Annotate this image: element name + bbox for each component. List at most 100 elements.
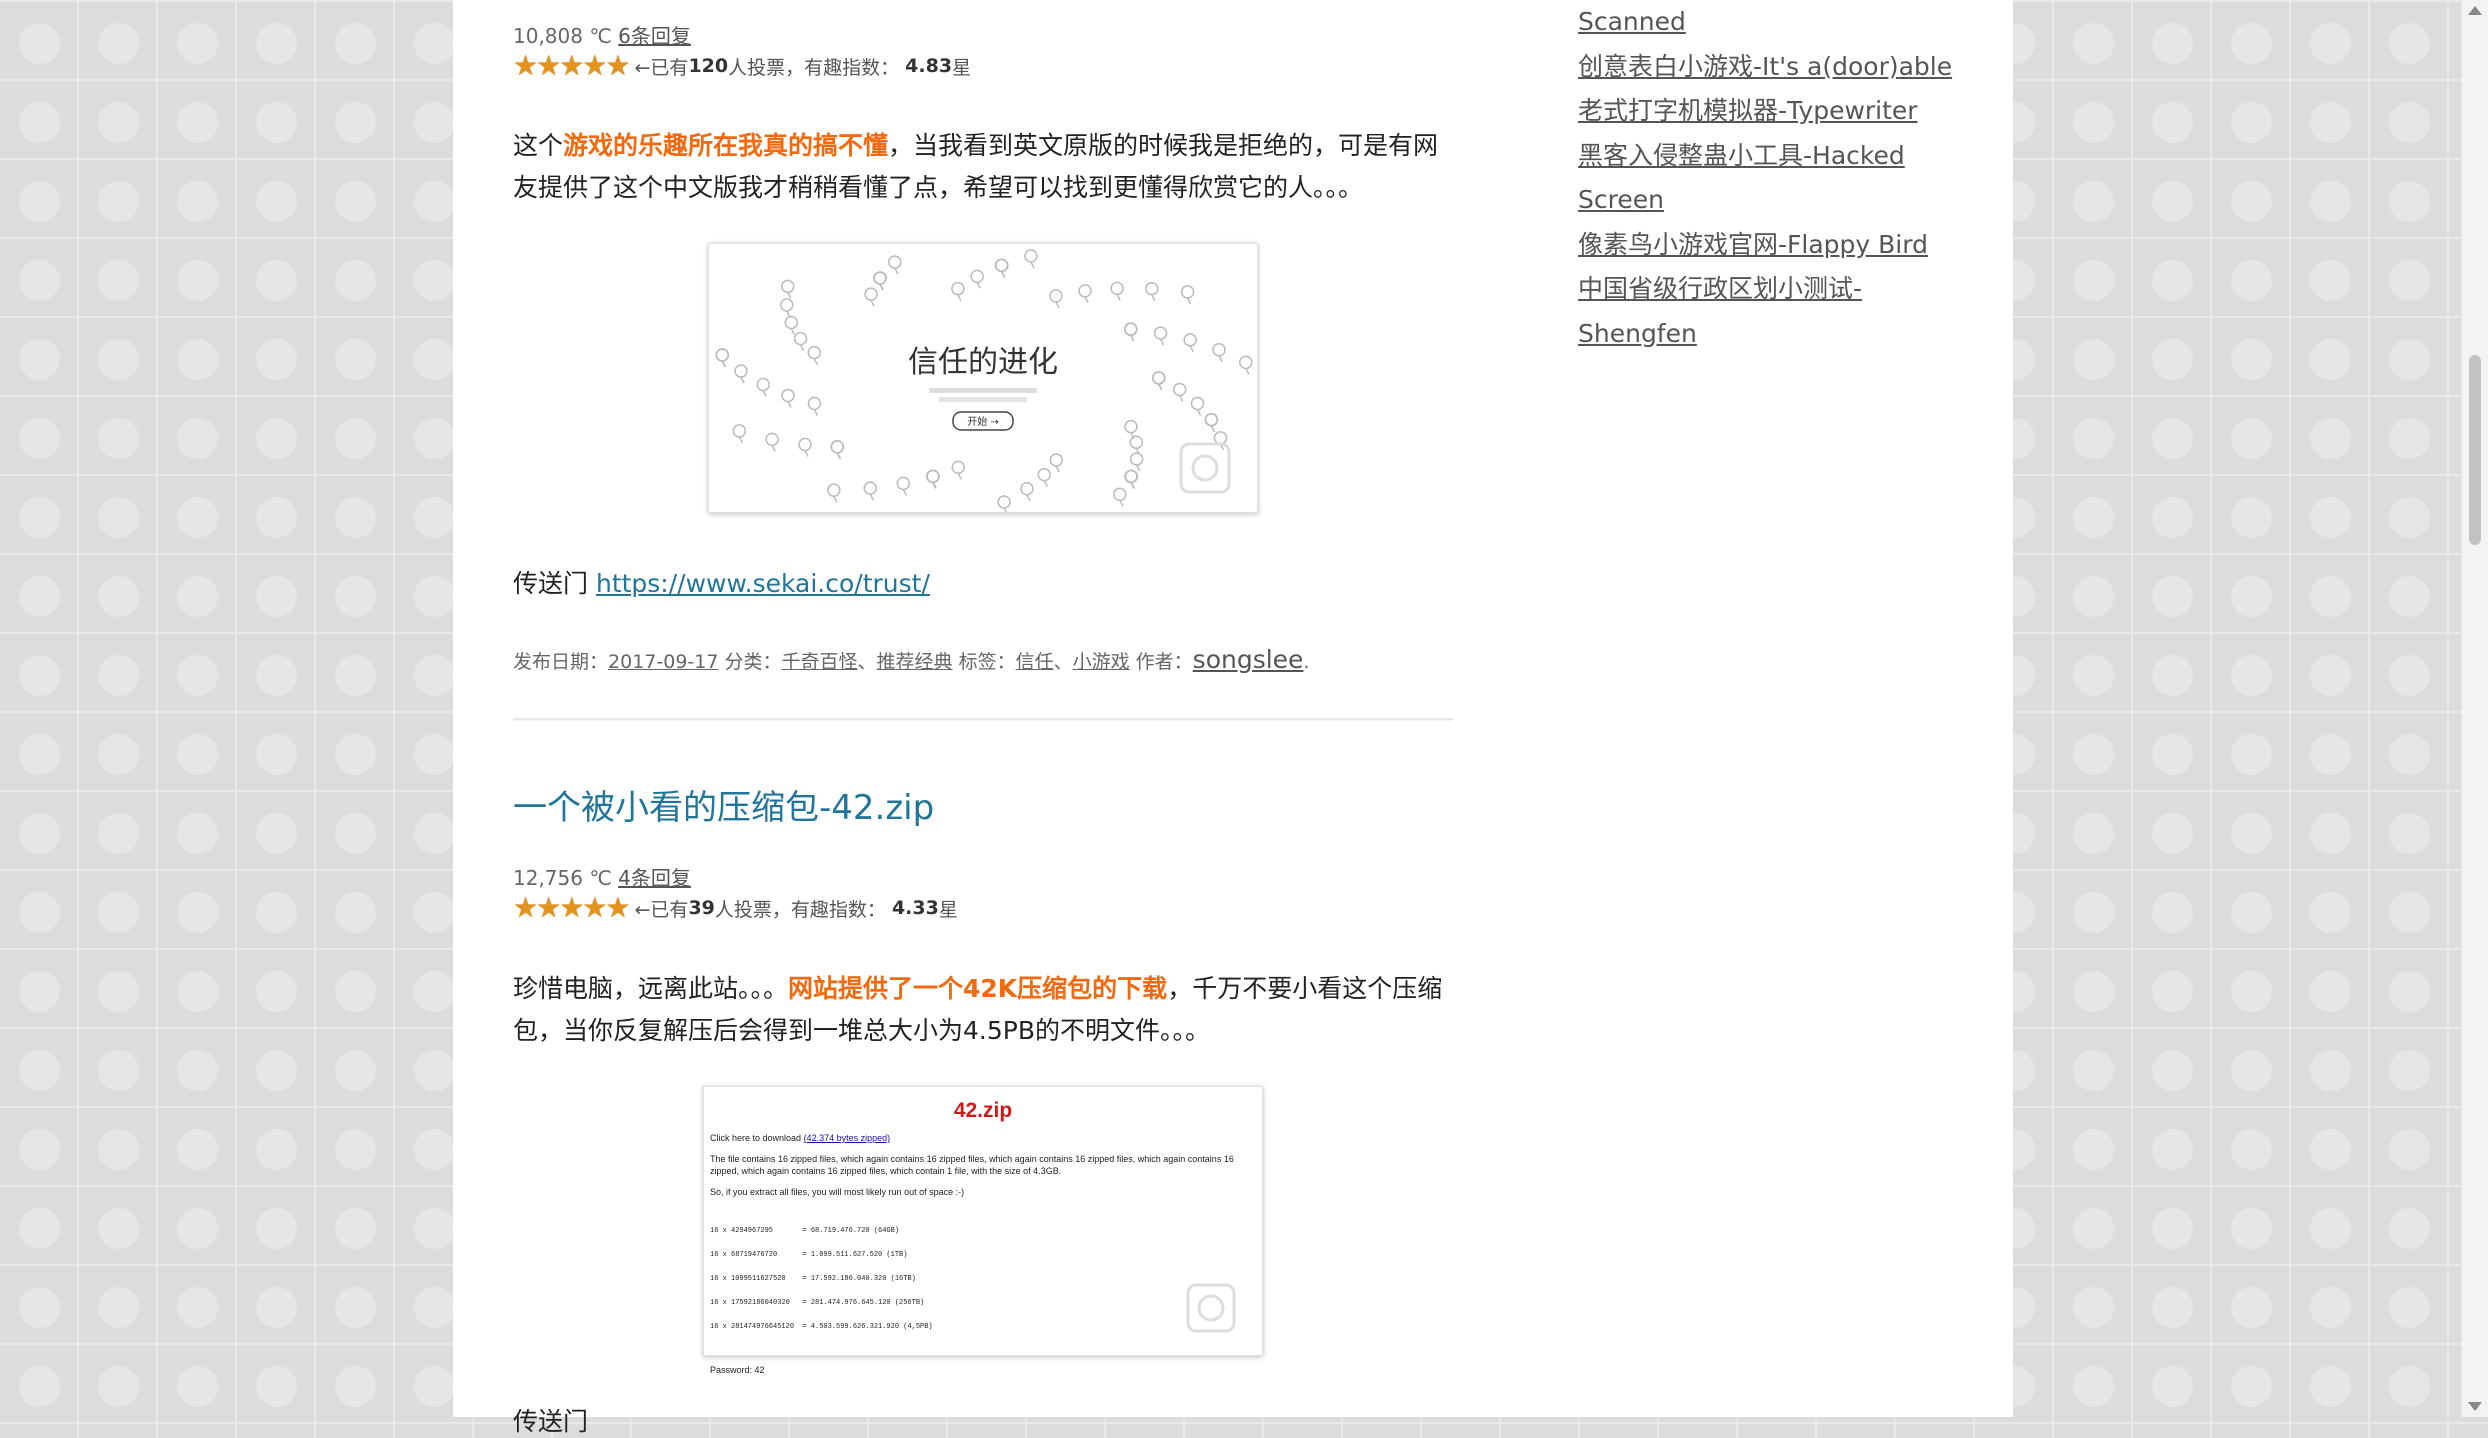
decorative-coin — [807, 396, 822, 411]
category-link[interactable]: 千奇百怪 — [781, 651, 857, 673]
page-scrollbar[interactable] — [2461, 0, 2488, 1417]
post-divider — [513, 718, 1453, 721]
post-date-link[interactable]: 2017-09-17 — [608, 651, 718, 673]
sidebar-link[interactable]: 黑客入侵整蛊小工具-Hacked — [1578, 134, 1998, 179]
decorative-coin — [1049, 289, 1063, 303]
sidebar-link[interactable]: 中国省级行政区划小测试- — [1578, 267, 1998, 312]
decorative-coin-tail — [1159, 338, 1165, 346]
decorative-coin-tail — [1129, 334, 1135, 342]
excerpt-highlight: 网站提供了一个42K压缩包的下载 — [788, 974, 1168, 1003]
author-label: 作者： — [1129, 651, 1193, 673]
decorative-coin — [781, 388, 795, 403]
decorative-coin — [734, 364, 748, 378]
decorative-coin — [1113, 487, 1127, 502]
decorative-coin — [1129, 452, 1144, 466]
decorative-coin-tail — [1055, 301, 1060, 309]
decorative-coin — [793, 331, 808, 346]
zip-page-preview: 42.zip Click here to download (42.374 by… — [704, 1087, 1262, 1375]
decorative-coin-tail — [787, 401, 792, 408]
decorative-coin-tail — [762, 390, 767, 397]
decorative-coin — [1145, 281, 1159, 296]
rating-suffix: 星 — [938, 898, 958, 921]
excerpt-text: 珍惜电脑，远离此站。。。 — [513, 974, 789, 1003]
page-content: 10,808 ℃ 6条回复 ★★★★★ ←已有 120 人投票，有趣指数： 4.8… — [453, 0, 2013, 1436]
post-excerpt: 这个游戏的乐趣所在我真的搞不懂，当我看到英文原版的时候我是拒绝的，可是有网友提供… — [513, 125, 1453, 209]
post-image-trust[interactable]: 信任的进化 开始 → — [708, 243, 1258, 515]
decorative-coin — [1190, 396, 1205, 411]
decorative-coin — [873, 271, 887, 285]
rating-mid: 人投票，有趣指数： — [728, 56, 900, 79]
sidebar-link[interactable]: 像素鸟小游戏官网-Flappy Bird — [1578, 223, 1998, 268]
decorative-coin — [1078, 284, 1092, 298]
decorative-coin — [798, 437, 812, 452]
scroll-thumb[interactable] — [2469, 355, 2481, 545]
post-footer: 发布日期：2017-09-17 分类：千奇百怪、推荐经典 标签：信任、小游戏 作… — [513, 645, 1310, 674]
decorative-coin — [1037, 467, 1051, 482]
image-title: 信任的进化 — [908, 345, 1058, 380]
decorative-coin-tail — [1043, 480, 1048, 487]
decorative-coin — [951, 460, 965, 475]
decorative-coin — [1129, 435, 1144, 450]
scroll-up-arrow-icon[interactable] — [2468, 6, 2482, 15]
portal-link[interactable]: https://www.sekai.co/trust/ — [596, 569, 930, 598]
post-image-zip[interactable]: 42.zip Click here to download (42.374 by… — [703, 1086, 1263, 1375]
decorative-coin-tail — [721, 360, 726, 368]
date-label: 发布日期： — [513, 651, 609, 673]
rating-votes: 120 — [688, 55, 729, 77]
rating-votes: 39 — [688, 897, 715, 919]
sidebar-link[interactable]: 老式打字机模拟器-Typewriter — [1578, 89, 1998, 134]
sidebar-link[interactable]: Shengfen — [1578, 312, 1998, 357]
rating-prefix: ←已有 — [634, 56, 689, 79]
decorative-coin — [896, 476, 911, 491]
decorative-coin-tail — [1245, 368, 1250, 375]
excerpt-highlight: 游戏的乐趣所在我真的搞不懂 — [563, 131, 889, 160]
decorative-coin-tail — [1218, 355, 1223, 363]
tag-link[interactable]: 信任 — [1016, 651, 1054, 673]
decorative-coin — [1151, 371, 1166, 385]
decorative-coin-tail — [870, 299, 875, 307]
category-label: 分类： — [718, 651, 782, 673]
tag-link[interactable]: 小游戏 — [1073, 651, 1130, 673]
post-rating: ★★★★★ ←已有 39 人投票，有趣指数： 4.33 星 — [513, 894, 958, 922]
category-link[interactable]: 推荐经典 — [877, 651, 953, 673]
decorative-coin — [1180, 285, 1195, 299]
decorative-coin — [1123, 322, 1138, 336]
replies-link[interactable]: 4条回复 — [618, 866, 691, 890]
portal-label: 传送门 — [513, 1407, 589, 1436]
rating-suffix: 星 — [952, 56, 972, 79]
decorative-coin-tail — [813, 358, 818, 365]
decorative-coin — [951, 281, 965, 296]
decorative-coin-tail — [771, 445, 776, 452]
sidebar-link[interactable]: Scanned — [1578, 0, 1998, 45]
decorative-coin-tail — [738, 436, 744, 444]
decorative-coin-tail — [902, 489, 907, 496]
trust-game-illustration: 信任的进化 开始 → — [715, 249, 1253, 515]
decorative-coin — [1124, 469, 1139, 484]
decorative-coin — [888, 255, 902, 269]
decorative-coin-tail — [1030, 261, 1035, 269]
decorative-coin-tail — [787, 291, 792, 299]
sidebar-link[interactable]: 创意表白小游戏-It's a(door)able — [1578, 45, 1998, 90]
post-title-link[interactable]: 一个被小看的压缩包-42.zip — [513, 780, 934, 829]
rating-score: 4.33 — [891, 897, 939, 919]
zip-heading: 42.zip — [953, 1099, 1013, 1122]
portal-line: 传送门 https://www.sekai.co/trust/ — [513, 564, 930, 600]
rating-stars[interactable]: ★★★★★ — [513, 894, 631, 922]
replies-link[interactable]: 6条回复 — [618, 24, 691, 48]
decorative-coin — [1020, 482, 1034, 496]
decorative-coin — [1172, 382, 1187, 397]
decorative-coin — [1049, 453, 1064, 467]
rating-stars[interactable]: ★★★★★ — [513, 52, 631, 80]
scroll-down-arrow-icon[interactable] — [2468, 1402, 2482, 1411]
excerpt-text: 这个 — [513, 131, 564, 160]
decorative-coin — [1183, 333, 1197, 347]
decorative-coin-tail — [790, 328, 795, 335]
decorative-coin — [827, 483, 841, 497]
tag-label: 标签： — [952, 651, 1016, 673]
zip-download-link: (42.374 bytes zipped) — [803, 1133, 891, 1143]
decorative-coin-tail — [813, 409, 819, 416]
post-excerpt: 珍惜电脑，远离此站。。。网站提供了一个42K压缩包的下载，千万不要小看这个压缩包… — [513, 968, 1453, 1052]
author-link[interactable]: songslee — [1193, 645, 1304, 674]
sidebar-link[interactable]: Screen — [1578, 178, 1998, 223]
decorative-coin-tail — [894, 267, 899, 275]
